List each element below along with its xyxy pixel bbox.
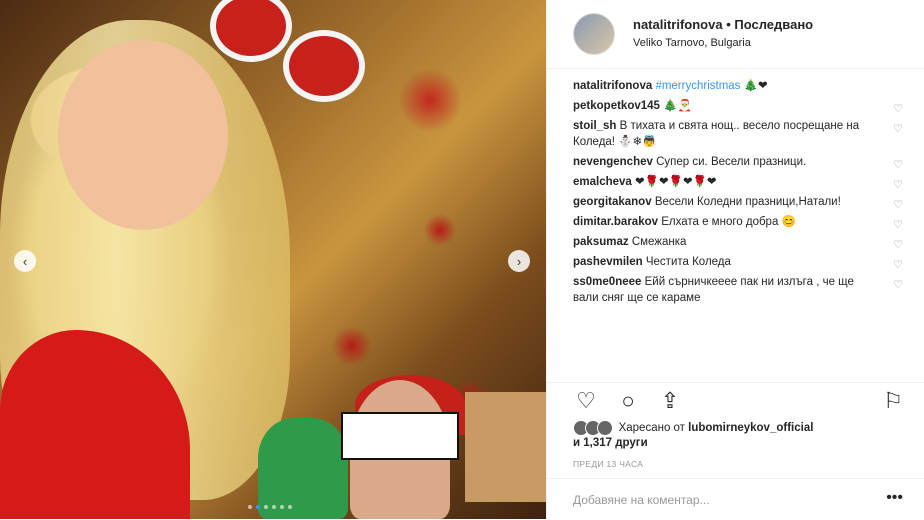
likes-prefix: Харесано от <box>618 422 685 435</box>
comment-username[interactable]: georgitakanov <box>573 196 652 208</box>
chevron-right-icon[interactable]: › <box>508 250 530 272</box>
speech-bubble-icon[interactable]: ○ <box>615 388 641 414</box>
post-photo[interactable]: ‹ › <box>0 0 546 519</box>
comment-item: nevengenchev Супер си. Весели празници. … <box>573 154 903 173</box>
comment-username[interactable]: dimitar.barakov <box>573 216 658 228</box>
comment-text: Весели Коледни празници,Натали! <box>654 196 841 208</box>
comment-like-heart-icon[interactable]: ♡ <box>893 101 903 117</box>
caption: natalitrifonova #merrychristmas 🎄❤ <box>573 78 903 94</box>
photo-face <box>58 40 228 230</box>
comment-text: В тихата и свята нощ.. весело посрещане … <box>573 120 860 148</box>
carousel-dot <box>288 505 292 509</box>
comment-item: dimitar.barakov Елхата е много добра 😊 ♡ <box>573 214 903 233</box>
follow-status-button[interactable]: Последвано <box>734 17 813 32</box>
carousel-dot <box>248 505 252 509</box>
comment-text: Супер си. Весели празници. <box>656 156 807 168</box>
photo-headband-ornament <box>283 30 365 102</box>
comment-item: emalcheva ❤🌹❤🌹❤🌹❤ ♡ <box>573 174 903 193</box>
comment-like-heart-icon[interactable]: ♡ <box>893 277 903 293</box>
comment-like-heart-icon[interactable]: ♡ <box>893 217 903 233</box>
comment-item: stoil_sh В тихата и свята нощ.. весело п… <box>573 118 903 150</box>
comment-username[interactable]: ss0me0neee <box>573 276 641 288</box>
username-link[interactable]: natalitrifonova <box>633 17 723 32</box>
photo-gift-bag <box>465 392 546 502</box>
bookmark-icon[interactable]: ⚐ <box>883 388 903 414</box>
comment-item: georgitakanov Весели Коледни празници,На… <box>573 194 903 213</box>
comment-item: pashevmilen Честита Коледа ♡ <box>573 254 903 273</box>
comment-text: Смежанка <box>631 236 687 248</box>
separator-dot: • <box>722 17 735 32</box>
comment-item: paksumaz Смежанка ♡ <box>573 234 903 253</box>
carousel-dot <box>272 505 276 509</box>
comment-item: petkopetkov145 🎄🎅 ♡ <box>573 98 903 117</box>
action-bar: ♡ ○ ⇪ <box>573 388 683 414</box>
comment-item: ss0me0neee Ейй сърничкееее пак ни излъга… <box>573 274 903 306</box>
ellipsis-icon[interactable]: ••• <box>886 489 903 507</box>
comment-username[interactable]: emalcheva <box>573 176 632 188</box>
comment-username[interactable]: nevengenchev <box>573 156 653 168</box>
comment-text: ❤🌹❤🌹❤🌹❤ <box>635 176 717 188</box>
comment-username[interactable]: pashevmilen <box>573 256 643 268</box>
photo-toy <box>258 418 348 519</box>
avatar[interactable] <box>573 13 615 55</box>
caption-hashtag[interactable]: #merrychristmas <box>655 80 740 92</box>
carousel-dots <box>248 505 292 509</box>
post-sidebar: natalitrifonova • Последвано Veliko Tarn… <box>546 0 924 519</box>
comment-username[interactable]: stoil_sh <box>573 120 616 132</box>
share-icon[interactable]: ⇪ <box>657 388 683 414</box>
comment-like-heart-icon[interactable]: ♡ <box>893 257 903 273</box>
comment-like-heart-icon[interactable]: ♡ <box>893 157 903 173</box>
likes-summary: Харесано от lubomirneykov_official и 1,3… <box>573 420 813 451</box>
liker-avatar <box>597 420 613 436</box>
add-comment-input[interactable]: Добавяне на коментар... <box>573 493 710 507</box>
carousel-dot-active <box>256 505 260 509</box>
post-header: natalitrifonova • Последвано Veliko Tarn… <box>547 0 924 69</box>
comment-like-heart-icon[interactable]: ♡ <box>893 177 903 193</box>
comment-list: natalitrifonova #merrychristmas 🎄❤ petko… <box>573 78 903 310</box>
caption-emoji: 🎄❤ <box>743 80 768 92</box>
caption-username[interactable]: natalitrifonova <box>573 80 652 92</box>
carousel-dot <box>280 505 284 509</box>
likes-count-link[interactable]: и 1,317 други <box>573 437 648 449</box>
location-link[interactable]: Veliko Tarnovo, Bulgaria <box>633 37 751 49</box>
likes-user-link[interactable]: lubomirneykov_official <box>688 422 813 434</box>
add-comment-bar: Добавяне на коментар... ••• <box>547 478 924 520</box>
comment-like-heart-icon[interactable]: ♡ <box>893 197 903 213</box>
comment-like-heart-icon[interactable]: ♡ <box>893 121 903 137</box>
comment-like-heart-icon[interactable]: ♡ <box>893 237 903 253</box>
redaction-box <box>341 412 459 460</box>
comment-text: 🎄🎅 <box>663 100 692 112</box>
header-user: natalitrifonova • Последвано <box>633 17 813 32</box>
comment-text: Елхата е много добра 😊 <box>661 216 796 228</box>
divider <box>547 382 924 383</box>
photo-headband-ornament <box>210 0 292 62</box>
comment-username[interactable]: petkopetkov145 <box>573 100 660 112</box>
heart-outline-icon[interactable]: ♡ <box>573 388 599 414</box>
post-timestamp[interactable]: ПРЕДИ 13 ЧАСА <box>573 459 643 469</box>
carousel-dot <box>264 505 268 509</box>
comment-username[interactable]: paksumaz <box>573 236 629 248</box>
comment-text: Честита Коледа <box>645 256 731 268</box>
chevron-left-icon[interactable]: ‹ <box>14 250 36 272</box>
